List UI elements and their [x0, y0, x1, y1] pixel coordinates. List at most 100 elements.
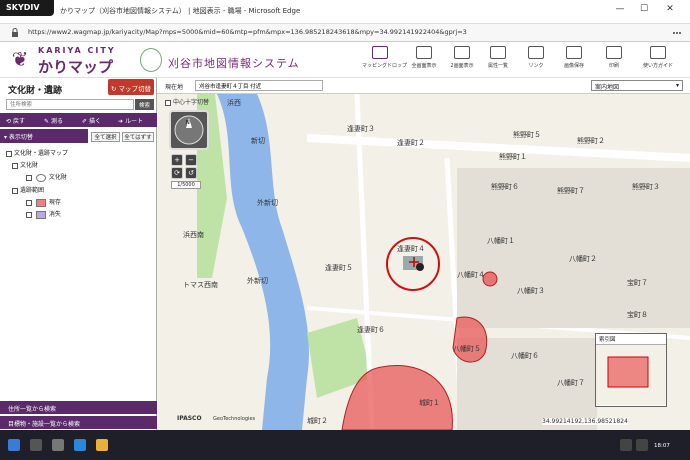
- overview-title: 索引図: [596, 334, 666, 345]
- location-field[interactable]: [195, 80, 323, 91]
- compass-icon: N: [174, 115, 204, 145]
- undo-button[interactable]: ⟲ 戻す: [6, 116, 25, 125]
- refresh-view-button[interactable]: ↺: [185, 167, 197, 179]
- system-title: 刈谷市地図情報システム: [168, 57, 300, 70]
- overview-map[interactable]: 索引図: [595, 333, 667, 407]
- search-button[interactable]: 検索: [135, 99, 154, 110]
- center-cross-checkbox[interactable]: [165, 99, 171, 106]
- split-screen-icon: [454, 46, 470, 59]
- layer-root-item[interactable]: 文化財・遺跡マップ: [6, 148, 68, 157]
- search-icon[interactable]: [30, 439, 42, 451]
- layer-ruins-current-item[interactable]: 現存: [26, 197, 61, 207]
- map-view[interactable]: 現在地 案内地図 ▾ 中心十字切替 N + − ⟳ ↺ 1/5000 逢妻町３ …: [157, 78, 690, 430]
- deselect-all-button[interactable]: 全てはずす: [122, 132, 154, 142]
- more-icon[interactable]: [672, 28, 682, 38]
- area-label: 宝町７: [627, 279, 648, 287]
- network-icon[interactable]: [620, 439, 632, 451]
- area-label: 八幡町４: [457, 271, 485, 279]
- copyright-ipasco: IPASCO: [177, 415, 202, 422]
- area-label: トマス西南: [183, 281, 218, 289]
- maximize-button[interactable]: ☐: [634, 4, 654, 18]
- save-image-button[interactable]: 画像保存: [556, 46, 592, 74]
- area-label: 八幡町５: [453, 345, 481, 353]
- area-label: 逢妻町６: [357, 326, 385, 334]
- overview-viewport[interactable]: [607, 356, 649, 388]
- route-button[interactable]: ➜ ルート: [118, 116, 143, 125]
- edge-icon[interactable]: [74, 439, 86, 451]
- logo-title: かりマップ: [38, 58, 114, 76]
- skydiv-badge: SKYDIV: [0, 0, 54, 16]
- guide-icon: [650, 46, 666, 59]
- app-header: ❦ KARIYA CITY かりマップ 刈谷市地図情報システム マッピングドロッ…: [0, 42, 690, 78]
- attribute-list-icon: [490, 46, 506, 59]
- area-label: 熊野町１: [499, 153, 527, 161]
- fullscreen-button[interactable]: 全画面表示: [406, 46, 442, 74]
- area-label: 宝町８: [627, 311, 648, 319]
- copyright-geotech: GeoTechnologies: [213, 416, 256, 422]
- tower-icon: [140, 48, 162, 72]
- ruins-lost-swatch: [35, 210, 46, 219]
- center-cross-toggle[interactable]: 中心十字切替: [165, 97, 209, 106]
- layer-root-checkbox[interactable]: [6, 150, 12, 157]
- layer-ruins-current-checkbox[interactable]: [26, 199, 32, 206]
- window-title: かりマップ（刈谷市地図情報システム） | 地図表示 - 職場 - Microso…: [60, 7, 301, 15]
- cultural-marker-icon: [35, 173, 46, 182]
- address-list-search-button[interactable]: 住所一覧から検索: [0, 401, 157, 414]
- coordinate-readout: 34.99214192,136.98521824: [542, 418, 628, 425]
- split-screen-button[interactable]: 2画面表示: [444, 46, 480, 74]
- area-label: 外新切: [247, 277, 268, 285]
- draw-button[interactable]: ✐ 描く: [82, 116, 101, 125]
- measure-button[interactable]: ✎ 測る: [44, 116, 63, 125]
- layer-ruins-lost-item[interactable]: 消失: [26, 209, 61, 219]
- select-all-button[interactable]: 全て選択: [91, 132, 120, 142]
- panel-title: 文化財・遺跡: [8, 86, 63, 96]
- area-label: 城町２: [307, 417, 328, 425]
- cultural-marker-icon[interactable]: [416, 263, 424, 271]
- link-button[interactable]: リンク: [518, 46, 554, 74]
- zoom-out-button[interactable]: −: [185, 154, 197, 166]
- url-text[interactable]: https://www2.wagmap.jp/kariyacity/Map?mp…: [28, 28, 467, 36]
- attribute-list-button[interactable]: 属性一覧: [480, 46, 516, 74]
- taskbar: 18:07: [0, 430, 690, 460]
- svg-text:N: N: [186, 120, 190, 126]
- area-label: 熊野町７: [557, 187, 585, 195]
- ruins-site-hachiman4[interactable]: [482, 271, 498, 287]
- clock[interactable]: 18:07: [654, 443, 670, 449]
- pan-control[interactable]: N: [169, 110, 209, 150]
- logo-subtitle: KARIYA CITY: [38, 46, 116, 55]
- address-bar[interactable]: https://www2.wagmap.jp/kariyacity/Map?mp…: [0, 24, 690, 42]
- close-button[interactable]: ✕: [660, 4, 680, 18]
- save-image-icon: [566, 46, 582, 59]
- chevron-down-icon: ▾: [675, 82, 679, 89]
- facility-list-search-button[interactable]: 目標物・施設一覧から検索: [0, 416, 157, 429]
- area-label: 浜西南: [183, 231, 204, 239]
- layer-ruins-item[interactable]: 遺跡範囲: [12, 185, 44, 194]
- rotate-button[interactable]: ⟳: [171, 167, 183, 179]
- start-icon[interactable]: [8, 439, 20, 451]
- volume-icon[interactable]: [636, 439, 648, 451]
- layer-cultural-item[interactable]: 文化財: [12, 160, 38, 169]
- area-label: 熊野町３: [632, 183, 660, 191]
- explorer-icon[interactable]: [96, 439, 108, 451]
- area-label: 熊野町５: [513, 131, 541, 139]
- mapping-drop-button[interactable]: マッピングドロップ: [362, 46, 407, 74]
- zoom-in-button[interactable]: +: [171, 154, 183, 166]
- area-label: 逢妻町３: [347, 125, 375, 133]
- left-panel: 文化財・遺跡 ↻ マップ切替 検索 ⟲ 戻す ✎ 測る ✐ 描く ➜ ルート ▾…: [0, 78, 157, 430]
- layer-cultural-child-item[interactable]: 文化財: [26, 172, 67, 182]
- map-switch-button[interactable]: ↻ マップ切替: [108, 79, 154, 95]
- overview-canvas[interactable]: [596, 345, 666, 405]
- layer-cultural-checkbox[interactable]: [12, 162, 18, 169]
- area-label: 浜西: [227, 99, 241, 107]
- address-search-input[interactable]: [6, 99, 134, 110]
- layer-toggle-tab[interactable]: ▾ 表示切替: [0, 129, 88, 143]
- area-label: 逢妻町４: [397, 245, 425, 253]
- layer-cultural-child-checkbox[interactable]: [26, 174, 32, 181]
- minimize-button[interactable]: —: [610, 4, 630, 18]
- layer-ruins-checkbox[interactable]: [12, 187, 18, 194]
- guide-button[interactable]: 使い方ガイド: [640, 46, 676, 74]
- print-button[interactable]: 印刷: [596, 46, 632, 74]
- taskview-icon[interactable]: [52, 439, 64, 451]
- layer-ruins-lost-checkbox[interactable]: [26, 211, 32, 218]
- basemap-select[interactable]: 案内地図 ▾: [591, 80, 683, 91]
